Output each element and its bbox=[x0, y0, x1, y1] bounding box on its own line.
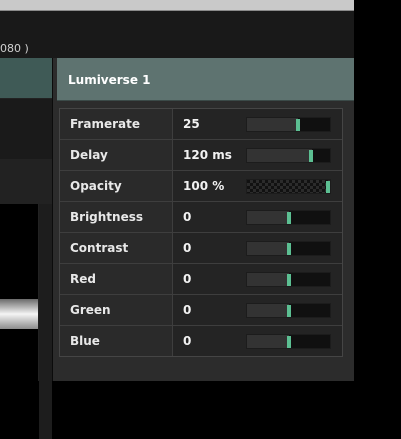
slider-track-fill bbox=[247, 118, 299, 131]
parameter-value[interactable]: 100 % bbox=[183, 171, 224, 201]
parameter-slider[interactable] bbox=[246, 117, 331, 132]
left-panel-header bbox=[0, 58, 52, 98]
left-scroll-handle[interactable] bbox=[0, 299, 38, 329]
parameter-row: Blue 0 bbox=[60, 326, 342, 356]
parameter-value[interactable]: 0 bbox=[183, 326, 191, 356]
slider-thumb[interactable] bbox=[287, 212, 291, 224]
slider-thumb[interactable] bbox=[287, 243, 291, 255]
parameter-row: Red 0 bbox=[60, 264, 342, 295]
parameter-row: Contrast 0 bbox=[60, 233, 342, 264]
parameter-value[interactable]: 0 bbox=[183, 233, 191, 263]
slider-track-fill bbox=[247, 149, 312, 162]
parameter-slider[interactable] bbox=[246, 303, 331, 318]
inspector-header[interactable]: Lumiverse 1 bbox=[57, 58, 354, 101]
parameter-label: Contrast bbox=[60, 233, 173, 263]
parameter-slider[interactable] bbox=[246, 272, 331, 287]
left-panel bbox=[0, 58, 53, 439]
parameter-row: Framerate 25 bbox=[60, 109, 342, 140]
parameter-slider[interactable] bbox=[246, 334, 331, 349]
parameter-list: Framerate 25 Delay 120 ms Opacity 100 % Bright… bbox=[59, 108, 343, 357]
parameter-value[interactable]: 0 bbox=[183, 295, 191, 325]
parameter-row: Delay 120 ms bbox=[60, 140, 342, 171]
parameter-label: Delay bbox=[60, 140, 173, 170]
inspector-title: Lumiverse 1 bbox=[68, 73, 151, 87]
inspector-panel: Lumiverse 1 Framerate 25 Delay 120 ms Opacit… bbox=[53, 58, 354, 381]
parameter-label: Brightness bbox=[60, 202, 173, 232]
parameter-row: Brightness 0 bbox=[60, 202, 342, 233]
parameter-slider[interactable] bbox=[246, 241, 331, 256]
left-panel-strip bbox=[0, 99, 52, 159]
slider-thumb[interactable] bbox=[309, 150, 313, 162]
slider-thumb[interactable] bbox=[287, 274, 291, 286]
parameter-value[interactable]: 120 ms bbox=[183, 140, 232, 170]
parameter-row: Opacity 100 % bbox=[60, 171, 342, 202]
slider-track-fill bbox=[247, 242, 289, 255]
parameter-value[interactable]: 0 bbox=[183, 264, 191, 294]
slider-thumb[interactable] bbox=[287, 305, 291, 317]
slider-thumb[interactable] bbox=[296, 119, 300, 131]
parameter-slider[interactable] bbox=[246, 148, 331, 163]
top-toolbar-edge bbox=[354, 0, 401, 10]
parameter-label: Blue bbox=[60, 326, 173, 356]
parameter-value[interactable]: 25 bbox=[183, 109, 200, 139]
slider-track-fill bbox=[247, 304, 289, 317]
slider-thumb[interactable] bbox=[326, 181, 330, 193]
parameter-label: Red bbox=[60, 264, 173, 294]
parameter-value[interactable]: 0 bbox=[183, 202, 191, 232]
slider-track-fill bbox=[247, 273, 289, 286]
slider-track-fill bbox=[247, 211, 289, 224]
parameter-row: Green 0 bbox=[60, 295, 342, 326]
top-toolbar bbox=[0, 0, 354, 11]
window-title-bar: 080 ) bbox=[0, 11, 354, 58]
right-background bbox=[354, 10, 401, 381]
slider-thumb[interactable] bbox=[287, 336, 291, 348]
parameter-slider[interactable] bbox=[246, 179, 331, 194]
parameter-label: Framerate bbox=[60, 109, 173, 139]
parameter-label: Green bbox=[60, 295, 173, 325]
window-title-text: 080 ) bbox=[0, 42, 29, 55]
parameter-slider[interactable] bbox=[246, 210, 331, 225]
slider-track-fill bbox=[247, 335, 289, 348]
left-column-edge bbox=[39, 204, 52, 439]
parameter-label: Opacity bbox=[60, 171, 173, 201]
